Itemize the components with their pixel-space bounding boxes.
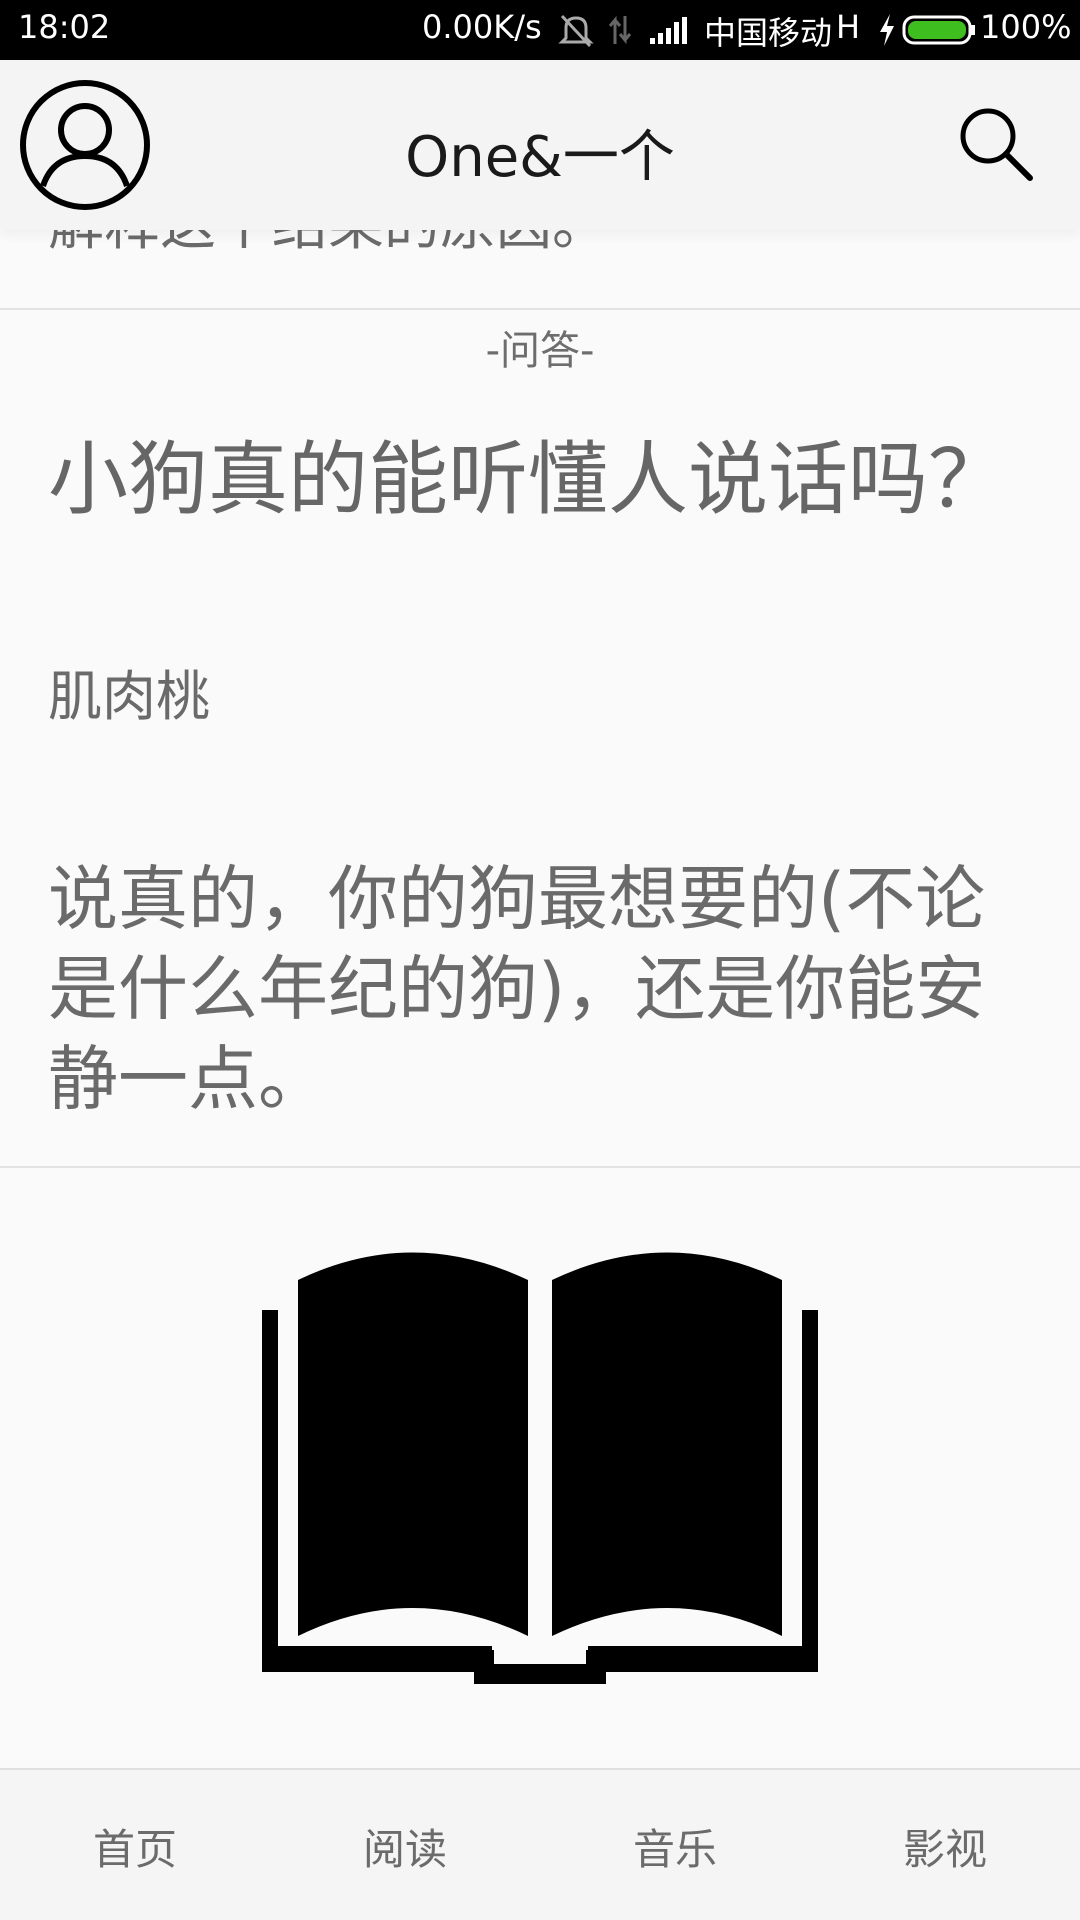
status-net-speed: 0.00K/s xyxy=(422,8,542,46)
app-header: One&一个 xyxy=(0,60,1080,230)
battery-icon xyxy=(902,15,975,45)
section-label-qa: -问答- xyxy=(485,328,595,374)
nav-item-movies[interactable]: 影视 xyxy=(810,1770,1080,1920)
search-icon[interactable] xyxy=(956,104,1036,184)
status-carrier: 中国移动 xyxy=(704,14,833,52)
divider xyxy=(0,1166,1080,1168)
status-time: 18:02 xyxy=(18,8,111,46)
nav-item-music[interactable]: 音乐 xyxy=(540,1770,810,1920)
previous-item-text: 解释这个结果的原因。 xyxy=(48,230,608,261)
qa-title[interactable]: 小狗真的能听懂人说话吗？ xyxy=(48,430,1008,530)
data-transfer-icon xyxy=(608,15,632,45)
divider xyxy=(0,308,1080,310)
bottom-nav: 首页 阅读 音乐 影视 xyxy=(0,1768,1080,1920)
status-network-type: H xyxy=(836,8,861,46)
signal-icon xyxy=(650,17,687,44)
nav-item-home[interactable]: 首页 xyxy=(0,1770,270,1920)
screen: 18:02 0.00K/s 中国移动 H 100% 解释 xyxy=(0,0,1080,1920)
nav-item-reading[interactable]: 阅读 xyxy=(270,1770,540,1920)
qa-author: 肌肉桃 xyxy=(48,665,210,728)
open-book-icon xyxy=(262,1252,818,1684)
app-title: One&一个 xyxy=(405,125,675,190)
status-bar: 18:02 0.00K/s 中国移动 H 100% xyxy=(0,0,1080,60)
content-feed[interactable]: 解释这个结果的原因。 -问答- 小狗真的能听懂人说话吗？ 肌肉桃 说真的，你的狗… xyxy=(0,230,1080,1768)
charging-icon xyxy=(880,14,894,46)
qa-excerpt: 说真的，你的狗最想要的(不论是什么年纪的狗)，还是你能安静一点。 xyxy=(48,858,986,1120)
status-battery-percent: 100% xyxy=(980,8,1072,46)
mute-icon xyxy=(558,14,594,48)
